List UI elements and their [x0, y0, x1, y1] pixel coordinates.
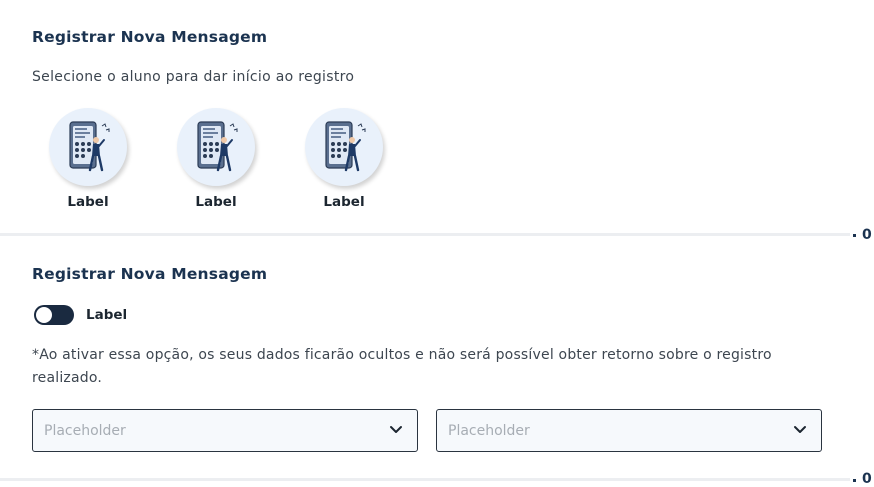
student-avatar[interactable] — [305, 108, 383, 186]
counter-marker — [853, 479, 856, 482]
student-option[interactable]: Label — [176, 108, 256, 210]
student-label: Label — [67, 194, 109, 210]
anonymous-note: *Ao ativar essa opção, os seus dados fic… — [32, 347, 772, 386]
section-subtitle: Selecione o aluno para dar início ao reg… — [32, 69, 355, 85]
section-title: Registrar Nova Mensagem — [32, 265, 268, 283]
student-option[interactable]: Label — [304, 108, 384, 210]
student-label: Label — [323, 194, 365, 210]
section-divider — [0, 233, 850, 236]
student-list: Label Label Label — [48, 108, 384, 210]
student-label: Label — [195, 194, 237, 210]
select-placeholder: Placeholder — [44, 423, 126, 439]
select-dropdown-2[interactable]: Placeholder — [436, 409, 822, 452]
person-with-phone-illustration — [197, 121, 238, 172]
section-counter: 0 — [862, 471, 872, 487]
section-title: Registrar Nova Mensagem — [32, 28, 268, 46]
toggle-label: Label — [86, 307, 128, 323]
counter-marker — [853, 234, 856, 237]
select-placeholder: Placeholder — [448, 423, 530, 439]
toggle-knob — [36, 307, 52, 323]
student-avatar[interactable] — [177, 108, 255, 186]
chevron-down-icon — [794, 426, 806, 433]
anonymous-toggle-row: Label — [34, 305, 127, 325]
person-with-phone-illustration — [325, 121, 366, 172]
anonymous-toggle[interactable] — [34, 305, 74, 325]
section-divider — [0, 478, 850, 481]
chevron-down-icon — [390, 426, 402, 433]
student-option[interactable]: Label — [48, 108, 128, 210]
section-counter: 0 — [862, 227, 872, 243]
select-dropdown-1[interactable]: Placeholder — [32, 409, 418, 452]
person-with-phone-illustration — [69, 121, 110, 172]
student-avatar[interactable] — [49, 108, 127, 186]
